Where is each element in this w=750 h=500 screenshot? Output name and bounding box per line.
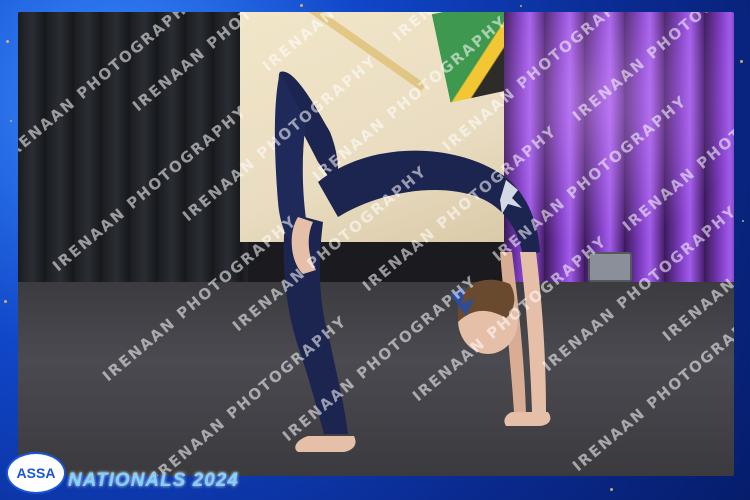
gold-speck xyxy=(742,220,744,222)
stage-photo: IRENAAN PHOTOGRAPHY IRENAAN PHOTOGRAPHY … xyxy=(18,12,734,476)
gold-speck xyxy=(4,300,7,303)
gold-speck xyxy=(300,4,303,7)
assa-logo: ASSA xyxy=(6,452,66,494)
event-title: NATIONALS 2024 xyxy=(68,470,239,491)
gold-speck xyxy=(10,120,12,122)
logo-text: ASSA xyxy=(16,465,56,481)
gold-speck xyxy=(740,60,743,63)
dancer-backbend-figure xyxy=(274,71,551,452)
photo-frame: IRENAAN PHOTOGRAPHY IRENAAN PHOTOGRAPHY … xyxy=(0,0,750,500)
gold-speck xyxy=(520,5,522,7)
gold-speck xyxy=(6,40,9,43)
